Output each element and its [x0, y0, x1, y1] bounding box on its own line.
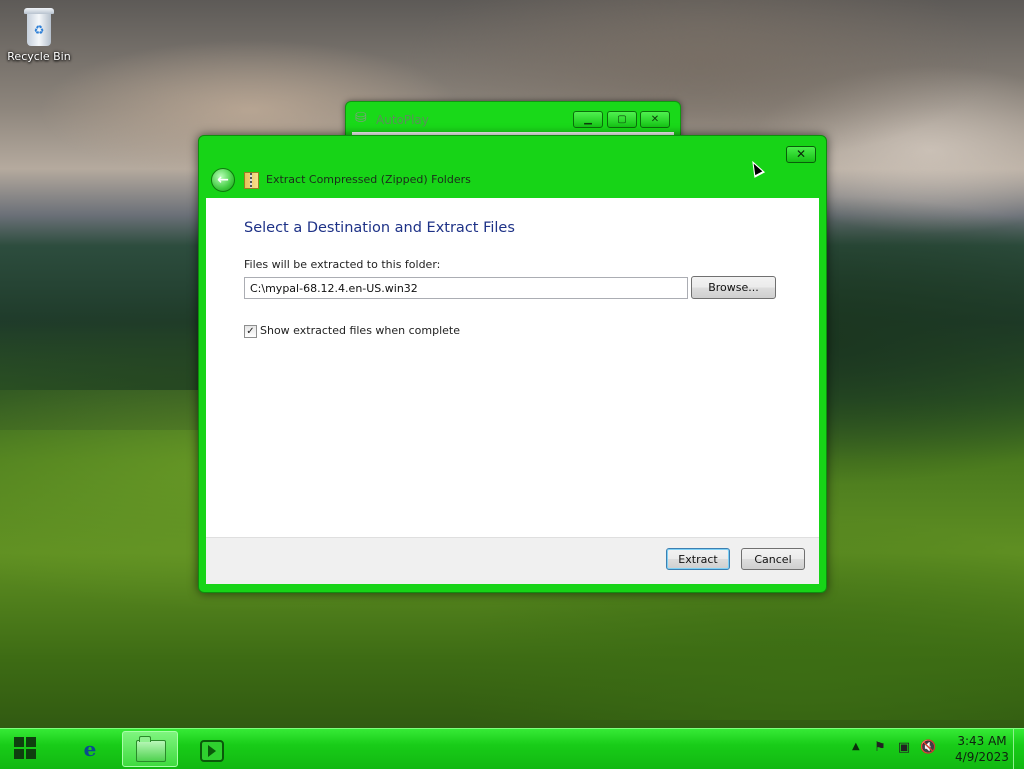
- minimize-icon: ▁: [584, 114, 592, 125]
- extract-dialog: ✕ ← Extract Compressed (Zipped) Folders …: [198, 135, 827, 593]
- show-files-label: Show extracted files when complete: [260, 324, 461, 337]
- taskbar-windows-explorer[interactable]: [122, 731, 178, 767]
- minimize-button[interactable]: ▁: [573, 111, 603, 128]
- show-hidden-icons-button[interactable]: ▲: [852, 741, 860, 752]
- taskbar-media-player[interactable]: [184, 731, 236, 767]
- recycle-bin-icon: ♻: [24, 8, 54, 46]
- show-files-checkbox[interactable]: ✓: [244, 325, 257, 338]
- system-tray: ▲ ⚑ ▣ 🔇 3:43 AM 4/9/2023: [834, 729, 1024, 769]
- action-center-flag-icon[interactable]: ⚑: [872, 740, 888, 756]
- cancel-button[interactable]: Cancel: [741, 548, 805, 570]
- clock-date: 4/9/2023: [955, 750, 1009, 764]
- dialog-close-button[interactable]: ✕: [786, 146, 816, 163]
- page-heading: Select a Destination and Extract Files: [244, 220, 515, 236]
- internet-explorer-icon: e: [83, 737, 97, 761]
- dialog-content: Select a Destination and Extract Files F…: [206, 198, 819, 584]
- desktop-icon-label: Recycle Bin: [7, 50, 71, 63]
- volume-muted-icon[interactable]: 🔇: [920, 740, 936, 756]
- windows-logo-icon: [14, 737, 38, 761]
- taskbar-internet-explorer[interactable]: e: [64, 731, 116, 767]
- back-arrow-icon[interactable]: ←: [211, 168, 235, 192]
- extract-button[interactable]: Extract: [666, 548, 730, 570]
- browse-button[interactable]: Browse...: [691, 276, 776, 299]
- show-desktop-button[interactable]: [1013, 729, 1024, 769]
- destination-label: Files will be extracted to this folder:: [244, 258, 441, 271]
- clock-time: 3:43 AM: [957, 734, 1007, 748]
- taskbar: e ▲ ⚑ ▣ 🔇 3:43 AM 4/9/2023: [0, 728, 1024, 769]
- network-icon[interactable]: ▣: [896, 740, 912, 756]
- desktop-icon-recycle-bin[interactable]: ♻ Recycle Bin: [4, 6, 74, 63]
- maximize-button[interactable]: ▢: [607, 111, 637, 128]
- clock[interactable]: 3:43 AM 4/9/2023: [952, 733, 1012, 765]
- dialog-title: Extract Compressed (Zipped) Folders: [266, 173, 471, 186]
- maximize-icon: ▢: [617, 114, 627, 125]
- close-button[interactable]: ✕: [640, 111, 670, 128]
- media-player-icon: [200, 740, 224, 762]
- folder-icon: [136, 736, 166, 762]
- close-icon: ✕: [650, 114, 660, 125]
- dialog-footer: Extract Cancel: [206, 537, 819, 584]
- autoplay-icon: ⛁: [355, 110, 367, 126]
- destination-path-input[interactable]: [244, 277, 688, 299]
- autoplay-title: AutoPlay: [376, 113, 429, 127]
- zip-folder-icon: [244, 172, 259, 189]
- start-button[interactable]: [6, 731, 46, 767]
